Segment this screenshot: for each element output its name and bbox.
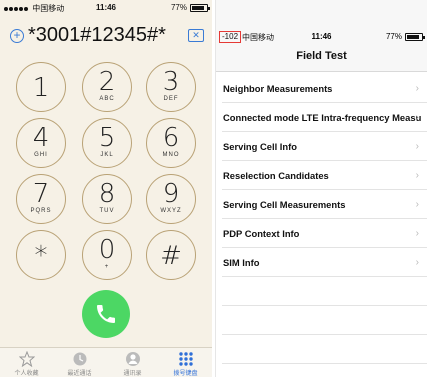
key-digit: 1 (32, 73, 50, 103)
page-title: Field Test (296, 50, 347, 62)
key-6[interactable]: 6 MNO (146, 118, 196, 168)
key-digit: 6 (162, 123, 180, 153)
key-digit: # (160, 241, 182, 271)
key-letters: JKL (100, 152, 114, 158)
star-icon (18, 351, 35, 367)
list-item-label: Neighbor Measurements (223, 83, 333, 94)
key-digit: 4 (32, 123, 50, 153)
list-item[interactable]: SIM Info › (222, 248, 427, 277)
call-button[interactable] (82, 290, 130, 338)
key-digit: 7 (32, 179, 50, 209)
list-item[interactable]: Connected mode LTE Intra-frequency Measu… (222, 103, 427, 132)
key-letters: GHI (34, 152, 48, 158)
list-item-label: Serving Cell Measurements (223, 199, 346, 210)
empty-row (222, 335, 427, 364)
list-item[interactable]: Serving Cell Info › (222, 132, 427, 161)
battery-icon (190, 3, 210, 12)
chevron-right-icon: › (415, 228, 419, 239)
tab-label: 最近通话 (67, 371, 92, 377)
tab-favorites[interactable]: 个人收藏 (0, 348, 53, 377)
status-bar: -102 中国移动 11:46 77% (216, 0, 427, 43)
battery-percent: 77% (170, 3, 187, 12)
contact-icon (125, 352, 140, 366)
tab-label: 个人收藏 (14, 371, 39, 377)
battery-percent: 77% (385, 32, 402, 41)
status-bar: 中国移动 11:46 77% (0, 0, 212, 16)
field-test-screen: -102 中国移动 11:46 77% Field Test Neighbor … (215, 0, 427, 377)
key-letters: + (104, 264, 110, 270)
key-4[interactable]: 4 GHI (16, 118, 66, 168)
list-item-label: Serving Cell Info (223, 141, 297, 152)
key-letters: MNO (162, 152, 180, 158)
list-item-label: SIM Info (223, 257, 260, 268)
list-item[interactable]: Neighbor Measurements › (222, 74, 427, 103)
chevron-right-icon: › (415, 112, 419, 123)
key-digit: * (34, 241, 48, 271)
empty-row (222, 306, 427, 335)
key-1[interactable]: 1 (16, 62, 66, 112)
tab-label: 通讯录 (123, 371, 142, 377)
phone-icon (97, 305, 115, 323)
key-pound[interactable]: # (146, 230, 196, 280)
tab-recents[interactable]: 最近通话 (53, 348, 106, 377)
tab-bar: 个人收藏 最近通话 通讯录 拨号键盘 (0, 347, 212, 377)
key-3[interactable]: 3 DEF (146, 62, 196, 112)
key-letters: WXYZ (160, 208, 182, 214)
chevron-right-icon: › (415, 170, 419, 181)
list-item-label: Connected mode LTE Intra-frequency Measu (223, 112, 422, 123)
key-0[interactable]: 0 + (82, 230, 132, 280)
battery-status: 77% (385, 32, 425, 41)
list-item-label: PDP Context Info (223, 228, 300, 239)
list-item[interactable]: PDP Context Info › (222, 219, 427, 248)
key-digit: 5 (98, 123, 116, 153)
keypad-icon (178, 352, 193, 366)
dialer-screen: 中国移动 11:46 77% + *3001#12345#* ✕ 1 2 ABC 3 D… (0, 0, 212, 377)
number-display-row: + *3001#12345#* ✕ (0, 22, 212, 50)
key-digit: 3 (162, 67, 180, 97)
key-8[interactable]: 8 TUV (82, 174, 132, 224)
field-test-list: Neighbor Measurements › Connected mode LTE… (216, 74, 427, 364)
key-digit: 9 (162, 179, 180, 209)
tab-contacts[interactable]: 通讯录 (106, 348, 159, 377)
chevron-right-icon: › (415, 257, 419, 268)
battery-status: 77% (170, 3, 210, 12)
add-contact-icon[interactable]: + (10, 29, 24, 43)
key-5[interactable]: 5 JKL (82, 118, 132, 168)
chevron-right-icon: › (415, 199, 419, 210)
clock-icon (73, 352, 86, 366)
tab-keypad[interactable]: 拨号键盘 (159, 348, 212, 377)
list-item[interactable]: Reselection Candidates › (222, 161, 427, 190)
key-letters: DEF (163, 96, 179, 102)
key-letters: PQRS (30, 208, 52, 214)
key-star[interactable]: * (16, 230, 66, 280)
key-2[interactable]: 2 ABC (82, 62, 132, 112)
tab-label: 拨号键盘 (173, 371, 198, 377)
delete-icon[interactable]: ✕ (188, 29, 204, 42)
empty-row (222, 277, 427, 306)
list-item[interactable]: Serving Cell Measurements › (222, 190, 427, 219)
key-letters: TUV (99, 208, 115, 214)
key-digit: 8 (98, 179, 116, 209)
list-item-label: Reselection Candidates (223, 170, 329, 181)
key-letters: ABC (99, 96, 115, 102)
chevron-right-icon: › (415, 83, 419, 94)
key-7[interactable]: 7 PQRS (16, 174, 66, 224)
key-9[interactable]: 9 WXYZ (146, 174, 196, 224)
key-digit: 2 (98, 67, 116, 97)
battery-icon (405, 32, 425, 41)
chevron-right-icon: › (415, 141, 419, 152)
key-digit: 0 (98, 235, 116, 265)
dialed-number: *3001#12345#* (28, 24, 166, 46)
